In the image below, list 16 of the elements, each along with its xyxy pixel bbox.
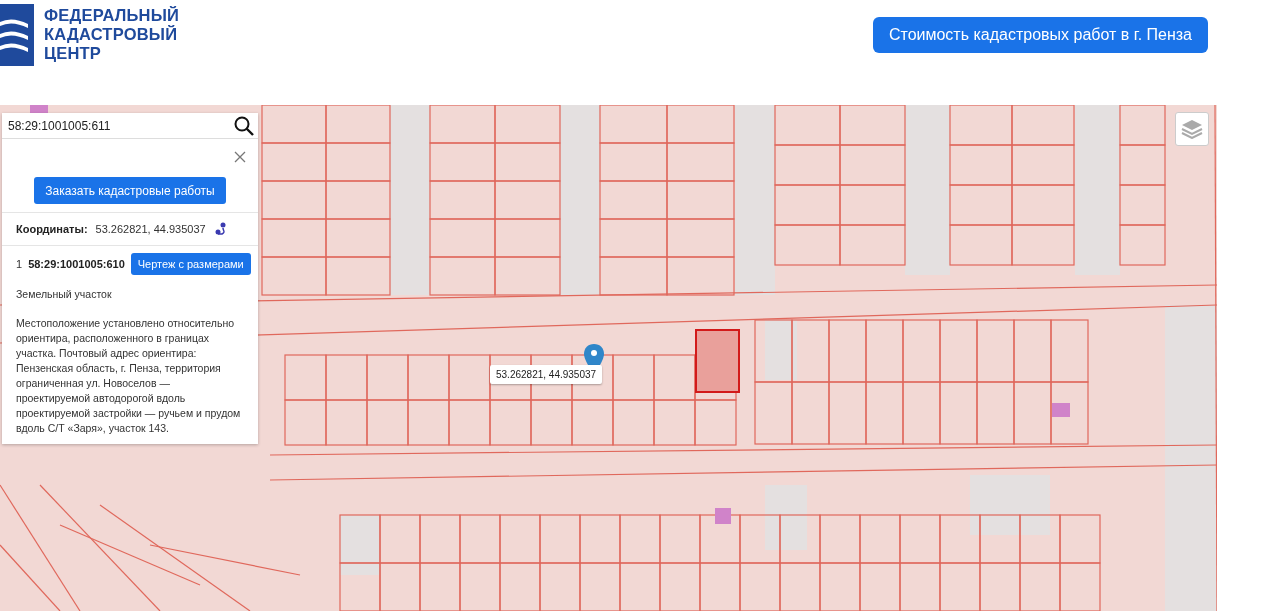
dimension-drawing-button[interactable]: Чертеж с размерами [130, 253, 251, 275]
parcel-number: 58:29:1001005:610 [28, 258, 125, 270]
close-icon[interactable] [234, 151, 246, 163]
layers-icon [1181, 119, 1203, 139]
route-icon[interactable] [213, 222, 228, 236]
order-cadastral-works-button[interactable]: Заказать кадастровые работы [34, 177, 226, 204]
parcel-type: Земельный участок [15, 287, 113, 302]
parcel-address: Местоположение установлено относительно ориентира, расположенного в границах участка. Почтовый адрес ориентира: Пензенская область, г. Пенза, территория ограниченная ул. Новоселов — проектируемой автодорогой вдоль проектируемой застройки — ручьем и прудом вдоль С/Т «Заря», участок 143. [15, 316, 242, 436]
coordinates-label: Координаты: [16, 223, 88, 235]
coordinates-popup: 53.262821, 44.935037 [490, 365, 603, 384]
search-icon[interactable] [234, 115, 254, 136]
cadastral-cost-button[interactable]: Стоимость кадастровых работ в г. Пенза [872, 17, 1208, 53]
parcel-index: 1 [16, 258, 23, 270]
selected-parcel[interactable] [695, 329, 740, 393]
logo-text: ФЕДЕРАЛЬНЫЙ КАДАСТРОВЫЙ ЦЕНТР [44, 6, 180, 63]
coordinates-value: 53.262821, 44.935037 [95, 223, 206, 235]
